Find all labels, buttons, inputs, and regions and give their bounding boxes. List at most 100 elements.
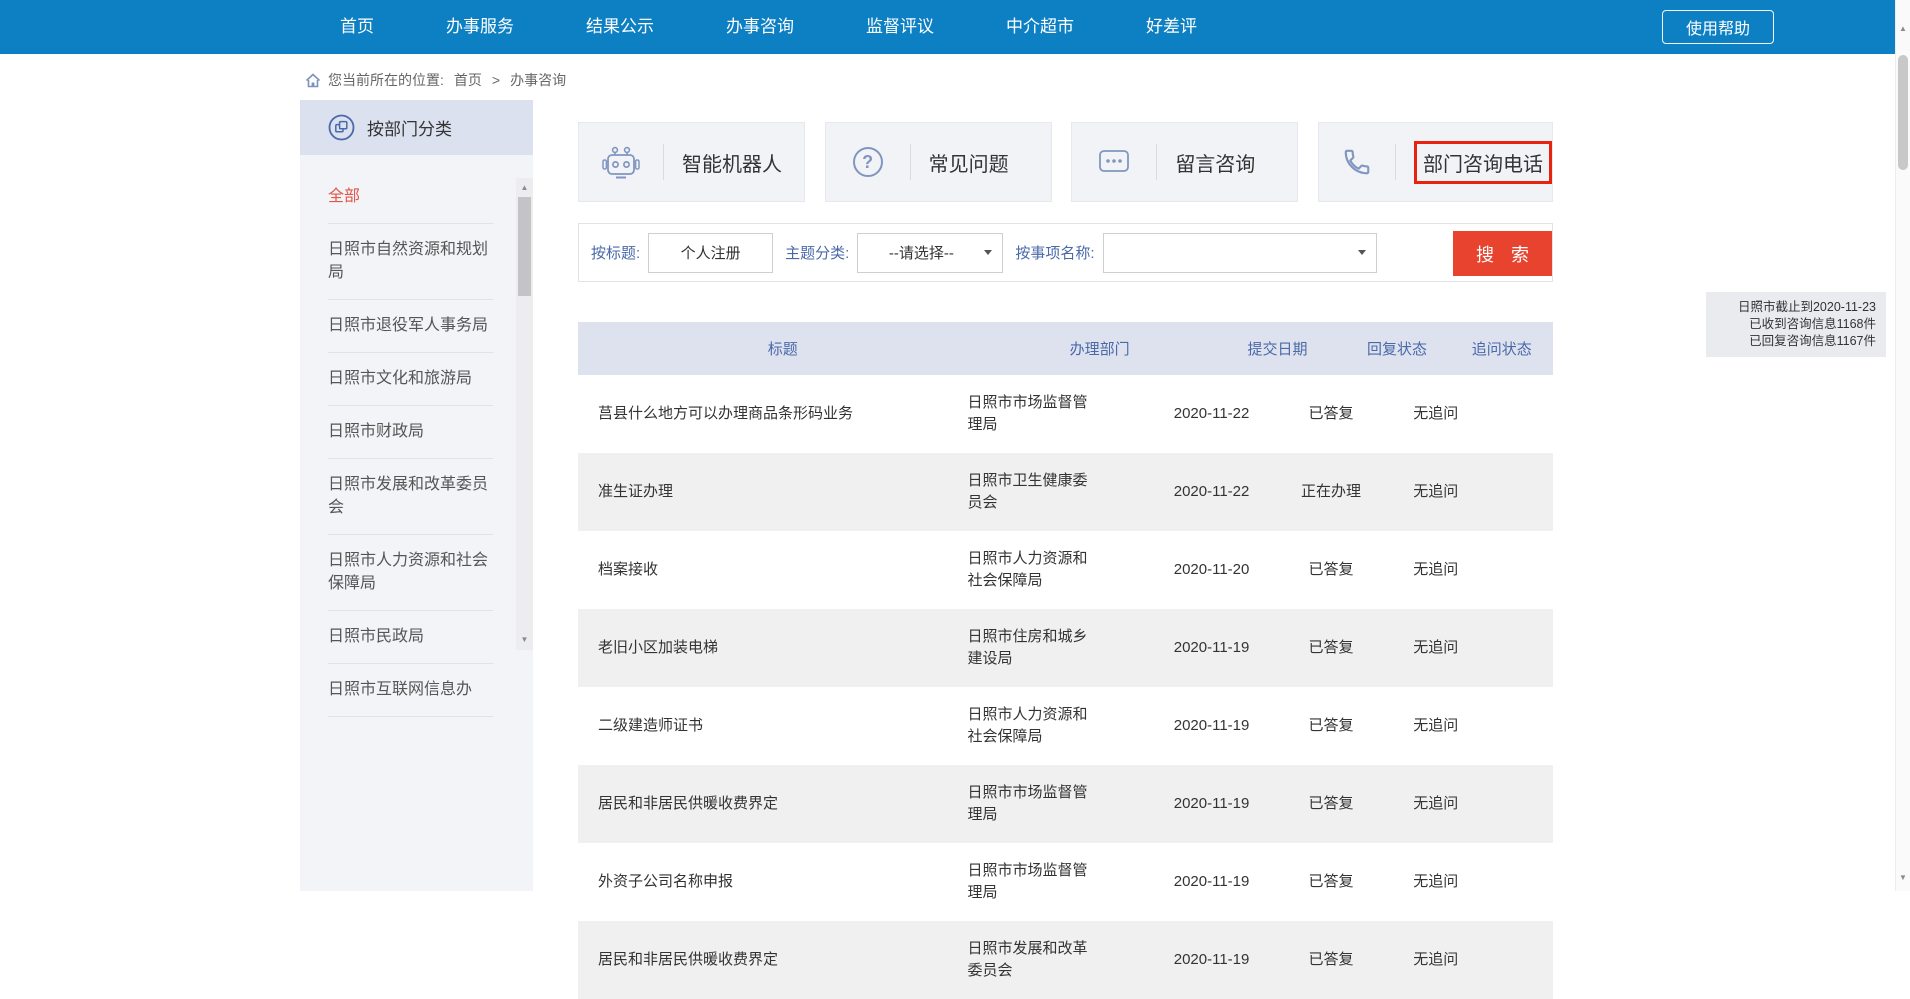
cell-reply-status: 已答复	[1277, 386, 1384, 442]
department-item[interactable]: 日照市财政局	[328, 406, 493, 459]
cell-department: 日照市发展和改革委员会	[968, 921, 1146, 999]
nav-item[interactable]: 中介超市	[1006, 0, 1074, 54]
table-row[interactable]: 二级建造师证书 日照市人力资源和社会保障局 2020-11-19 已答复 无追问	[578, 687, 1553, 765]
cell-follow-status: 无追问	[1385, 776, 1487, 832]
nav-item[interactable]: 首页	[340, 0, 374, 54]
tab-divider	[1156, 144, 1157, 180]
cell-date: 2020-11-22	[1146, 464, 1278, 520]
inquiry-table: 标题 办理部门 提交日期 回复状态 追问状态 莒县什么地方可以办理商品条形码业务…	[578, 322, 1553, 999]
table-row[interactable]: 准生证办理 日照市卫生健康委员会 2020-11-22 正在办理 无追问	[578, 453, 1553, 531]
cell-follow-status: 无追问	[1385, 698, 1487, 754]
nav-item[interactable]: 好差评	[1146, 0, 1197, 54]
cell-department: 日照市市场监督管理局	[968, 375, 1146, 453]
cell-reply-status: 已答复	[1277, 620, 1384, 676]
nav-item[interactable]: 结果公示	[586, 0, 654, 54]
stats-box: 日照市截止到2020-11-23 已收到咨询信息1168件 已回复咨询信息116…	[1706, 292, 1886, 357]
cell-date: 2020-11-20	[1146, 542, 1278, 598]
help-button[interactable]: 使用帮助	[1662, 10, 1774, 44]
department-sidebar: 按部门分类 全部 日照市自然资源和规划局 日照市退役军人事务局 日照市文化和旅游…	[300, 100, 533, 891]
page-scrollbar[interactable]: ▲ ▼	[1895, 0, 1910, 891]
cell-follow-status: 无追问	[1385, 542, 1487, 598]
sidebar-scroll-down-icon[interactable]: ▼	[516, 633, 533, 647]
breadcrumb-current: 办事咨询	[510, 70, 566, 90]
cell-title[interactable]: 准生证办理	[578, 464, 968, 520]
cell-department: 日照市卫生健康委员会	[968, 453, 1146, 531]
table-row[interactable]: 莒县什么地方可以办理商品条形码业务 日照市市场监督管理局 2020-11-22 …	[578, 375, 1553, 453]
breadcrumb: 您当前所在的位置: 首页 > 办事咨询	[305, 66, 576, 94]
table-body: 莒县什么地方可以办理商品条形码业务 日照市市场监督管理局 2020-11-22 …	[578, 375, 1553, 999]
page-scrollbar-thumb[interactable]	[1898, 55, 1908, 170]
cell-date: 2020-11-19	[1146, 620, 1278, 676]
cell-title[interactable]: 居民和非居民供暖收费界定	[578, 932, 968, 988]
tab-message-consult[interactable]: 留言咨询	[1071, 122, 1298, 202]
cell-reply-status: 已答复	[1277, 776, 1384, 832]
tab-faq-label: 常见问题	[929, 148, 1009, 177]
sidebar-scrollbar[interactable]: ▲ ▼	[516, 178, 533, 650]
tab-smart-robot[interactable]: 智能机器人	[578, 122, 805, 202]
category-icon	[328, 114, 355, 141]
tab-divider	[910, 144, 911, 180]
cell-date: 2020-11-22	[1146, 386, 1278, 442]
breadcrumb-home-link[interactable]: 首页	[454, 70, 482, 90]
sidebar-scrollbar-thumb[interactable]	[518, 197, 531, 296]
item-select[interactable]	[1103, 233, 1377, 273]
cell-title[interactable]: 莒县什么地方可以办理商品条形码业务	[578, 386, 968, 442]
item-filter-label: 按事项名称:	[1015, 242, 1094, 263]
main-content: 智能机器人 ? 常见问题 留言咨询	[578, 122, 1553, 999]
sidebar-scroll-up-icon[interactable]: ▲	[516, 181, 533, 195]
topic-filter-label: 主题分类:	[785, 242, 849, 263]
department-item[interactable]: 日照市人力资源和社会保障局	[328, 535, 493, 611]
department-item[interactable]: 日照市互联网信息办	[328, 664, 493, 717]
department-item[interactable]: 日照市退役军人事务局	[328, 300, 493, 353]
topic-select[interactable]: --请选择--	[857, 233, 1003, 273]
table-header-row: 标题 办理部门 提交日期 回复状态 追问状态	[578, 322, 1553, 375]
department-item[interactable]: 日照市自然资源和规划局	[328, 224, 493, 300]
table-row[interactable]: 外资子公司名称申报 日照市市场监督管理局 2020-11-19 已答复 无追问	[578, 843, 1553, 921]
cell-reply-status: 已答复	[1277, 932, 1384, 988]
cell-title[interactable]: 档案接收	[578, 542, 968, 598]
department-item[interactable]: 日照市发展和改革委员会	[328, 459, 493, 535]
cell-reply-status: 已答复	[1277, 542, 1384, 598]
cell-department: 日照市市场监督管理局	[968, 765, 1146, 843]
department-list: 全部 日照市自然资源和规划局 日照市退役军人事务局 日照市文化和旅游局 日照市财…	[300, 155, 533, 717]
nav-item[interactable]: 办事咨询	[726, 0, 794, 54]
tab-message-consult-label: 留言咨询	[1175, 148, 1255, 177]
cell-follow-status: 无追问	[1385, 932, 1487, 988]
table-header-cell: 标题	[578, 338, 988, 359]
cell-title[interactable]: 老旧小区加装电梯	[578, 620, 968, 676]
table-header-cell: 办理部门	[988, 338, 1212, 359]
chevron-down-icon	[1358, 250, 1366, 255]
table-header-cell: 提交日期	[1212, 338, 1344, 359]
cell-title[interactable]: 外资子公司名称申报	[578, 854, 968, 910]
title-filter-label: 按标题:	[591, 242, 640, 263]
cell-title[interactable]: 二级建造师证书	[578, 698, 968, 754]
cell-date: 2020-11-19	[1146, 698, 1278, 754]
nav-item[interactable]: 监督评议	[866, 0, 934, 54]
search-button[interactable]: 搜 索	[1453, 231, 1552, 276]
table-header-cell: 回复状态	[1343, 338, 1450, 359]
title-filter-input[interactable]	[648, 233, 773, 273]
table-row[interactable]: 老旧小区加装电梯 日照市住房和城乡建设局 2020-11-19 已答复 无追问	[578, 609, 1553, 687]
nav-item[interactable]: 办事服务	[446, 0, 514, 54]
stats-line-deadline: 日照市截止到2020-11-23	[1716, 299, 1876, 316]
table-row[interactable]: 居民和非居民供暖收费界定 日照市市场监督管理局 2020-11-19 已答复 无…	[578, 765, 1553, 843]
scroll-up-icon[interactable]: ▲	[1896, 22, 1910, 36]
table-row[interactable]: 居民和非居民供暖收费界定 日照市发展和改革委员会 2020-11-19 已答复 …	[578, 921, 1553, 999]
chevron-down-icon	[984, 250, 992, 255]
department-item[interactable]: 日照市民政局	[328, 611, 493, 664]
consult-tabs: 智能机器人 ? 常见问题 留言咨询	[578, 122, 1553, 202]
table-header-cell: 追问状态	[1451, 338, 1553, 359]
tab-department-phone[interactable]: 部门咨询电话	[1318, 122, 1553, 202]
cell-title[interactable]: 居民和非居民供暖收费界定	[578, 776, 968, 832]
cell-department: 日照市住房和城乡建设局	[968, 609, 1146, 687]
phone-icon	[1342, 147, 1372, 177]
cell-reply-status: 已答复	[1277, 698, 1384, 754]
tab-faq[interactable]: ? 常见问题	[825, 122, 1052, 202]
sidebar-header: 按部门分类	[300, 100, 533, 155]
scroll-down-icon[interactable]: ▼	[1896, 871, 1910, 885]
table-row[interactable]: 档案接收 日照市人力资源和社会保障局 2020-11-20 已答复 无追问	[578, 531, 1553, 609]
department-item[interactable]: 日照市文化和旅游局	[328, 353, 493, 406]
cell-date: 2020-11-19	[1146, 776, 1278, 832]
tab-divider	[663, 144, 664, 180]
department-item[interactable]: 全部	[328, 171, 493, 224]
